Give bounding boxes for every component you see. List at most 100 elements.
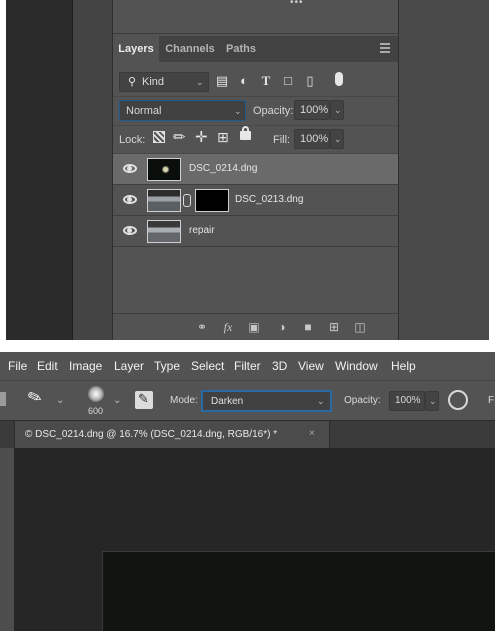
visibility-eye-icon[interactable] — [123, 195, 137, 204]
document-tab-title: © DSC_0214.dng @ 16.7% (DSC_0214.dng, RG… — [25, 429, 278, 440]
panel-tabbar: Layers Channels Paths — [113, 36, 398, 62]
layer-name: DSC_0213.dng — [235, 194, 304, 205]
layers-bottom-bar: ⚭ fx ▣ ◑ ■ ⊞ ◫ — [113, 313, 398, 340]
mode-dropdown[interactable]: Darken ⌄ — [201, 390, 332, 412]
menu-type[interactable]: Type — [154, 359, 180, 373]
new-layer-icon[interactable]: ⊞ — [327, 320, 341, 334]
filter-toggle-icon[interactable] — [335, 72, 343, 86]
layer-thumbnail — [147, 158, 181, 181]
opacity-label: Opacity: — [253, 105, 294, 117]
toolbar-strip — [0, 448, 14, 631]
layer-name: DSC_0214.dng — [189, 163, 258, 174]
chevron-down-icon: ⌄ — [196, 77, 204, 87]
menu-help[interactable]: Help — [391, 359, 416, 373]
tab-paths[interactable]: Paths — [221, 36, 261, 62]
mask-link-icon[interactable] — [183, 194, 191, 207]
chevron-down-icon: ⌄ — [334, 134, 342, 144]
menu-select[interactable]: Select — [191, 359, 224, 373]
menu-view[interactable]: View — [298, 359, 324, 373]
mask-icon[interactable]: ▣ — [247, 320, 261, 334]
menu-bar: File Edit Image Layer Type Select Filter… — [0, 352, 495, 380]
visibility-eye-icon[interactable] — [123, 164, 137, 173]
opacity-slider-toggle[interactable]: ⌄ — [425, 391, 439, 411]
opacity-input[interactable]: 100% — [294, 100, 330, 120]
fx-icon[interactable]: fx — [221, 320, 235, 335]
panel-menu-icon[interactable] — [380, 43, 390, 55]
menu-3d[interactable]: 3D — [272, 359, 287, 373]
chevron-down-icon[interactable]: ⌄ — [113, 395, 121, 406]
workspace-gutter — [72, 0, 112, 340]
adjustment-icon[interactable]: ◑ — [275, 320, 289, 334]
chevron-down-icon: ⌄ — [317, 396, 325, 406]
chevron-down-icon: ⌄ — [334, 105, 342, 115]
menu-edit[interactable]: Edit — [37, 359, 58, 373]
divider — [113, 125, 398, 126]
canvas-area[interactable] — [0, 448, 495, 631]
visibility-eye-icon[interactable] — [123, 226, 137, 235]
link-icon[interactable]: ⚭ — [195, 320, 209, 334]
kind-filter-dropdown[interactable]: ⚲ Kind ⌄ — [119, 72, 209, 92]
chevron-down-icon[interactable]: ⌄ — [56, 395, 64, 406]
menu-filter[interactable]: Filter — [234, 359, 261, 373]
layer-name: repair — [189, 225, 215, 236]
workspace-right-area — [399, 0, 489, 340]
layer-row-dsc-0214[interactable]: DSC_0214.dng — [113, 154, 398, 185]
workspace-dark-area — [6, 0, 72, 340]
layers-panel: ••• Layers Channels Paths ⚲ Kind ⌄ ▤ ◐ T… — [112, 0, 399, 340]
search-icon: ⚲ — [128, 76, 137, 88]
layer-row-repair[interactable]: repair — [113, 216, 398, 247]
layers-panel-screenshot: ••• Layers Channels Paths ⚲ Kind ⌄ ▤ ◐ T… — [0, 0, 495, 342]
close-icon[interactable]: × — [309, 428, 315, 439]
opacity-input[interactable]: 100% — [389, 391, 425, 411]
smart-object-filter-icon[interactable]: ▯ — [303, 73, 317, 89]
folder-icon[interactable]: ■ — [301, 320, 315, 334]
layer-thumbnail — [147, 189, 181, 212]
panel-grip-area: ••• — [113, 0, 398, 34]
tool-preset-edge — [0, 392, 6, 406]
brush-settings-glyph: ✎ — [138, 391, 149, 406]
pixel-filter-icon[interactable]: ▤ — [215, 73, 229, 89]
brush-settings-icon[interactable]: ✎ — [135, 391, 153, 409]
brush-preview-icon[interactable] — [88, 386, 104, 402]
layer-mask-thumbnail[interactable] — [195, 189, 229, 212]
menu-file[interactable]: File — [8, 359, 27, 373]
lock-pixels-icon[interactable]: ✏ — [173, 128, 186, 146]
menu-layer[interactable]: Layer — [114, 359, 144, 373]
kind-filter-label: Kind — [142, 76, 165, 88]
layer-row-dsc-0213[interactable]: DSC_0213.dng — [113, 185, 398, 216]
panel-grip-icon[interactable]: ••• — [290, 0, 304, 8]
divider — [113, 96, 398, 97]
opacity-label: Opacity: — [344, 395, 381, 406]
brush-size-label: 600 — [88, 406, 104, 416]
tab-layers[interactable]: Layers — [113, 36, 159, 62]
adjustment-filter-icon[interactable]: ◐ — [237, 73, 251, 89]
opacity-slider-toggle[interactable]: ⌄ — [330, 100, 344, 120]
fill-slider-toggle[interactable]: ⌄ — [330, 129, 344, 149]
fill-input[interactable]: 100% — [294, 129, 330, 149]
document-tab[interactable]: © DSC_0214.dng @ 16.7% (DSC_0214.dng, RG… — [14, 421, 330, 449]
trash-icon[interactable]: ◫ — [353, 320, 367, 334]
blend-mode-dropdown[interactable]: Normal ⌄ — [119, 100, 246, 121]
menu-image[interactable]: Image — [69, 359, 102, 373]
type-filter-icon[interactable]: T — [259, 73, 273, 89]
blend-mode-value: Normal — [126, 105, 162, 117]
menu-window[interactable]: Window — [335, 359, 378, 373]
lock-position-icon[interactable]: ✛ — [195, 128, 208, 146]
brush-tool-icon[interactable]: ✎ — [25, 386, 45, 410]
shape-filter-icon[interactable]: □ — [281, 73, 295, 89]
photoshop-window-screenshot: File Edit Image Layer Type Select Filter… — [0, 352, 495, 631]
fill-label: Fill: — [273, 134, 291, 146]
chevron-down-icon: ⌄ — [429, 396, 437, 406]
options-bar: ✎ ⌄ 600 ⌄ ✎ Mode: Darken ⌄ Opacity: 100%… — [0, 380, 495, 420]
mode-label: Mode: — [170, 395, 198, 406]
document-tabs-bar: © DSC_0214.dng @ 16.7% (DSC_0214.dng, RG… — [0, 420, 495, 449]
pressure-opacity-icon[interactable] — [448, 390, 468, 410]
chevron-down-icon: ⌄ — [234, 106, 242, 116]
layer-thumbnail — [147, 220, 181, 243]
tab-channels[interactable]: Channels — [161, 36, 219, 62]
lock-all-shackle — [242, 126, 249, 133]
lock-label: Lock: — [119, 134, 146, 146]
document-image[interactable] — [102, 551, 495, 631]
lock-artboard-icon[interactable]: ⊞ — [217, 129, 229, 146]
lock-transparent-icon[interactable] — [153, 131, 165, 143]
